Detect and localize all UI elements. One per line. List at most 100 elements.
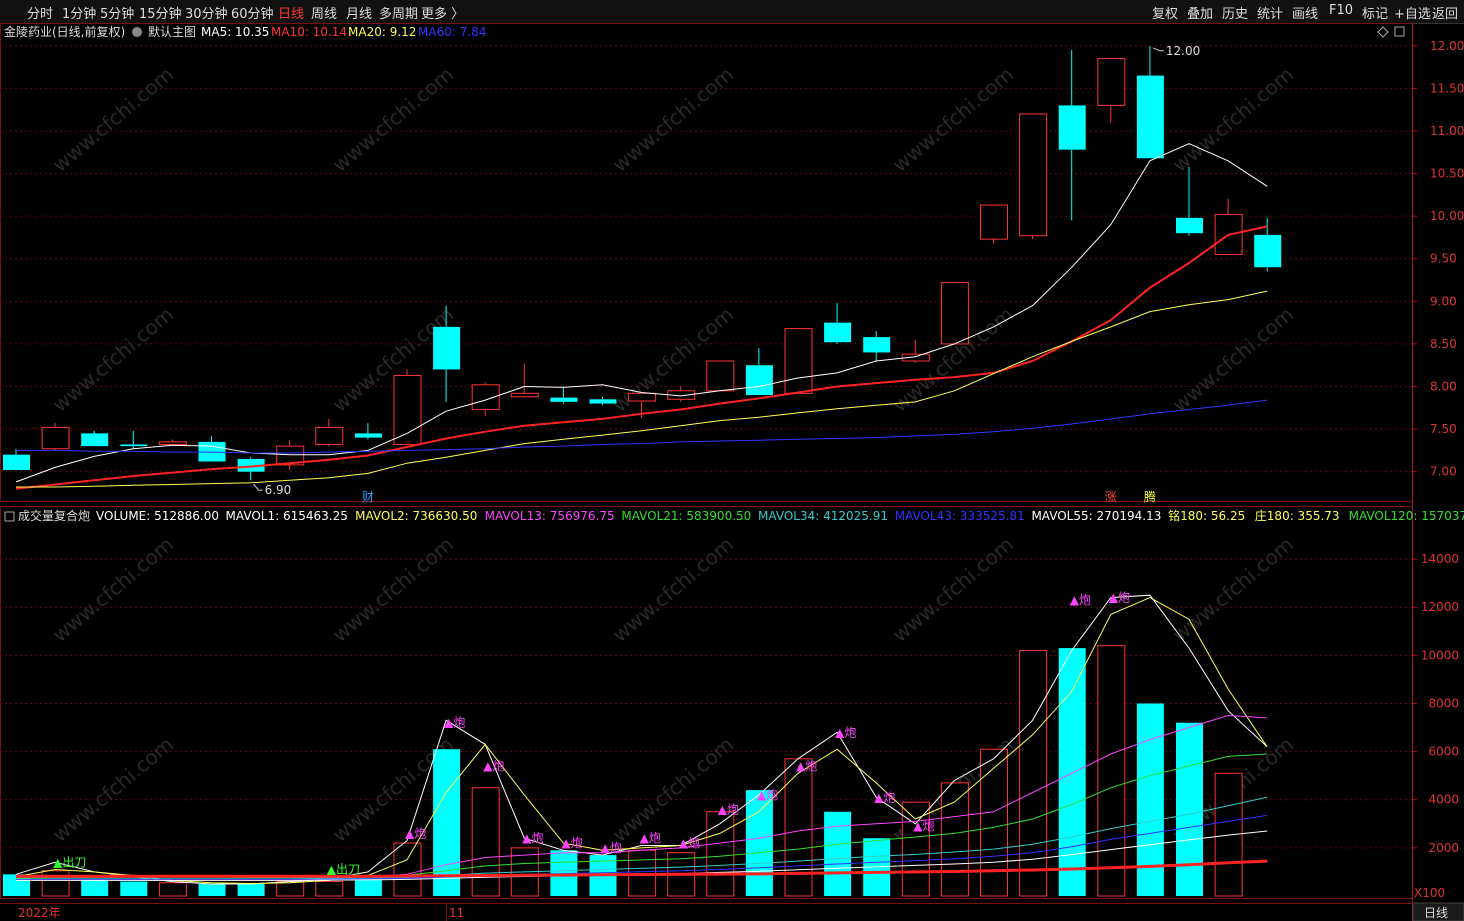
toolbar-button-5[interactable]: F10 [1329,3,1353,18]
period-tab-0[interactable]: 分时 [27,3,53,22]
volume-bar-down [433,749,461,896]
volume-bar-up [980,748,1008,897]
candle-body-down [824,322,852,343]
low-price-label: 6.90 [265,483,292,497]
diamond-icon [1377,26,1389,38]
candle-body-down [81,433,109,447]
volume-signal-tag: ▲炮 [522,831,543,845]
volume-bar-up [940,782,969,897]
period-tab-2[interactable]: 5分钟 [100,3,134,22]
candle-body-up [784,328,813,394]
period-tab-7[interactable]: 周线 [311,3,337,22]
volume-bar-up [158,882,187,897]
toolbar-button-1[interactable]: 叠加 [1187,3,1213,22]
main-chart-label: 默认主图 [148,24,196,39]
price-tick-label: 9.00 [1430,294,1457,308]
volume-signal-tag: ▲炮 [679,836,700,850]
period-tab-1[interactable]: 1分钟 [62,3,96,22]
volume-bar-up [1097,645,1126,897]
volume-header-item: MAVOL1: 615463.25 [226,509,348,523]
period-label: 日线 [1424,906,1448,920]
toolbar-button-3[interactable]: 统计 [1257,3,1283,22]
volume-panel-icon [4,511,15,522]
volume-bar-down [745,790,773,896]
watermark: www.cfchi.com [328,532,458,647]
volume-bar-down [81,879,109,896]
toolbar-button-7[interactable]: +自选 [1394,3,1431,22]
volume-tick-label: 10000 [1421,648,1459,662]
candle-body-down [1176,217,1203,234]
volume-bar-up [393,842,422,897]
toolbar-button-2[interactable]: 历史 [1222,3,1248,22]
period-tab-10[interactable]: 更多 〉 [421,3,464,22]
watermark: www.cfchi.com [48,302,178,417]
volume-bar-down [354,877,382,896]
volume-bar-up [706,811,735,897]
high-price-label: 12.00 [1166,44,1200,58]
volume-tick-label: 4000 [1428,793,1459,807]
volume-header-item: MAVOL55: 270194.13 [1031,509,1161,523]
period-tab-5[interactable]: 60分钟 [231,3,274,22]
watermark: www.cfchi.com [328,62,458,177]
candle-body-up [510,392,539,398]
period-tab-9[interactable]: 多周期 [379,3,418,22]
volume-tick-label: 8000 [1428,696,1459,710]
price-tick-label: 10.50 [1430,167,1464,181]
event-marker: 财 [362,490,374,504]
volume-bar-up [315,881,344,897]
volume-indicator-name: 成交量复合炮 [18,508,90,523]
period-toolbar: 分时 1分钟 5分钟 15分钟 30分钟 60分钟 日线 周线 月线 多周期 更多 〉 复权 叠加 历史统… [0,0,1464,24]
candle-body-down [550,397,578,402]
volume-header-item: MAVOL13: 756976.75 [485,509,615,523]
date-label-month: 11 [449,906,464,920]
volume-header-item: VOLUME: 512886.00 [96,509,219,523]
watermark: www.cfchi.com [608,62,738,177]
volume-signal-tag: ▲炮 [796,759,817,773]
volume-unit-label: X100 [1414,886,1445,900]
stock-name: 金陵药业(日线,前复权) [4,24,125,39]
volume-signal-tag: ▲炮 [1109,591,1130,605]
volume-signal-tag: ▲炮 [405,826,426,840]
volume-tick-label: 14000 [1421,552,1459,566]
volume-signal-tag: ▲炮 [444,716,465,730]
volume-signal-tag: ▲炮 [835,725,856,739]
candle-body-down [863,337,891,353]
candle-body-up [315,426,344,445]
volume-tick-label: 2000 [1428,841,1459,855]
candle-body-down [354,433,382,438]
volume-signal-tag: ▲炮 [483,759,504,773]
candle-body-down [433,326,461,370]
watermark: www.cfchi.com [1168,302,1298,417]
candle-body-down [589,399,617,404]
price-tick-label: 7.50 [1430,422,1457,436]
candle-body-up [980,204,1008,240]
period-tab-6[interactable]: 日线 [278,3,304,22]
volume-signal-tag: ▲炮 [561,836,582,850]
low-pointer [253,483,263,491]
event-marker: 腾 [1144,489,1156,504]
price-tick-label: 9.50 [1430,252,1457,266]
toolbar-button-6[interactable]: 标记 [1362,3,1388,22]
candle-body-up [940,282,969,345]
volume-header-item: 庄180: 355.73 [1255,508,1340,523]
period-tab-8[interactable]: 月线 [346,3,372,22]
candle-body-up [41,426,70,450]
toolbar-button-4[interactable]: 画线 [1292,3,1318,22]
candle-body-down [1254,234,1282,268]
watermark: www.cfchi.com [1168,62,1298,177]
toolbar-button-0[interactable]: 复权 [1152,3,1178,22]
price-tick-label: 8.50 [1430,337,1457,351]
candle-body-down [120,444,148,447]
maximize-icon [1394,26,1405,37]
toolbar-button-8[interactable]: 返回 [1432,3,1458,22]
period-tab-4[interactable]: 30分钟 [185,3,228,22]
candle-body-down [1058,105,1086,150]
volume-bar-down [1058,648,1086,896]
period-tab-3[interactable]: 15分钟 [139,3,182,22]
volume-signal-tag: ▲炮 [718,802,739,816]
volume-bar-up [471,787,500,897]
price-tick-label: 12.00 [1430,39,1464,53]
volume-signal-tag: ▲炮 [640,831,661,845]
volume-bar-up [784,758,813,897]
stock-chart: 12.00 11.50 11.00 10.50 10.00 9.50 9.00 8.50 8.0… [0,23,1464,921]
